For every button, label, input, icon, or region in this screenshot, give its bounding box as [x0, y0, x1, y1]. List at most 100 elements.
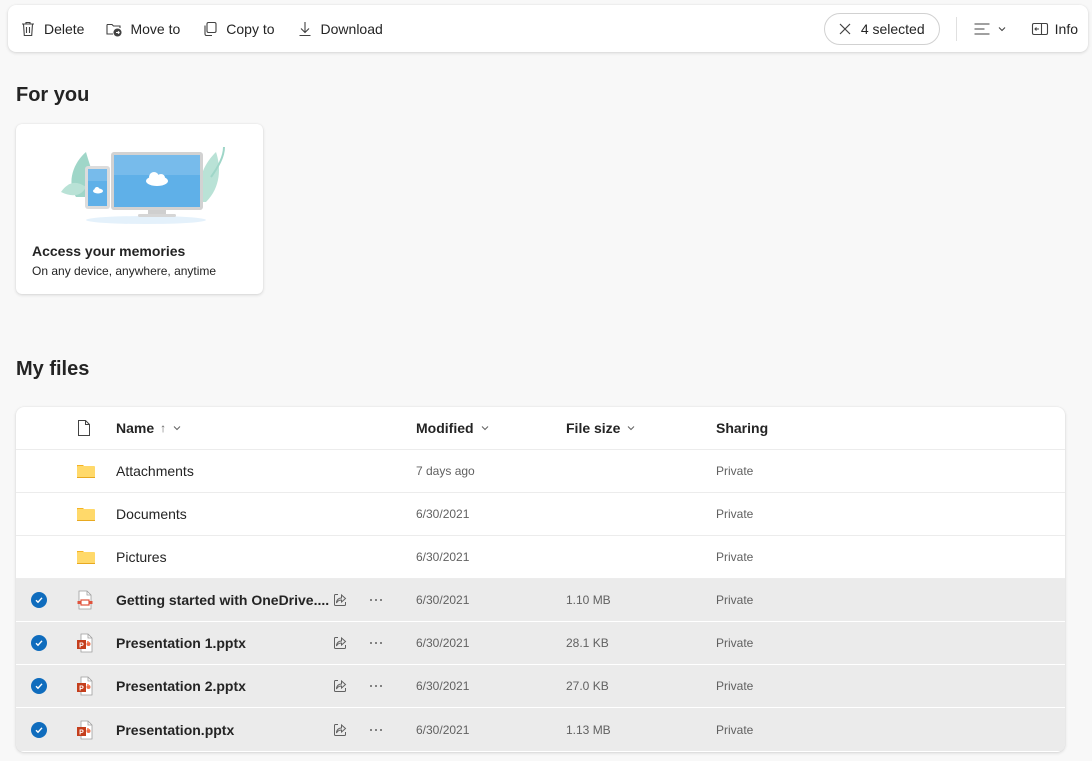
file-list-header: Name ↑ Modified File size Sharing [16, 407, 1065, 450]
file-name[interactable]: Getting started with OneDrive.... [116, 579, 329, 621]
more-actions-button[interactable] [368, 622, 388, 664]
share-button[interactable] [332, 665, 352, 707]
file-name[interactable]: Presentation.pptx [116, 708, 234, 751]
share-icon [332, 592, 348, 608]
file-size: 28.1 KB [566, 636, 609, 650]
sharing-header-label: Sharing [716, 420, 769, 436]
file-size: 1.13 MB [566, 722, 611, 737]
sharing-status: Private [716, 507, 754, 521]
file-row[interactable]: Documents 6/30/2021 Private [16, 493, 1065, 536]
folder-file-icon [76, 536, 96, 578]
command-bar: Delete Move to Copy to Download 4 select… [8, 5, 1088, 52]
copy-icon [200, 19, 220, 39]
more-icon [368, 592, 384, 608]
file-size-column-header[interactable]: File size [566, 407, 636, 449]
file-row[interactable]: Getting started with OneDrive.... 6/30/20… [16, 579, 1065, 622]
file-size-header-label: File size [566, 420, 621, 436]
checkmark-icon [31, 635, 47, 651]
share-icon [332, 635, 348, 651]
clear-selection-button[interactable]: 4 selected [823, 12, 940, 45]
row-checkbox[interactable] [31, 622, 51, 664]
pptx-file-icon: P [76, 665, 96, 707]
sharing-status: Private [716, 636, 754, 650]
copy-to-button[interactable]: Copy to [200, 13, 284, 45]
my-files-heading: My files [16, 358, 90, 380]
svg-text:P: P [79, 686, 84, 693]
sharing-status: Private [716, 550, 754, 564]
file-name[interactable]: Pictures [116, 536, 167, 578]
file-name[interactable]: Attachments [116, 450, 194, 492]
file-row[interactable]: P Presentation 2.pptx 6/30/2021 27.0 KB Priv… [16, 665, 1065, 708]
download-icon [295, 19, 315, 39]
pdf-file-icon [76, 579, 96, 621]
for-you-heading: For you [16, 84, 90, 106]
more-actions-button[interactable] [368, 708, 388, 751]
info-button[interactable]: Info [1031, 20, 1078, 38]
checkmark-icon [31, 592, 47, 608]
chevron-down-icon [172, 423, 182, 433]
row-checkbox[interactable] [31, 579, 51, 621]
file-row[interactable]: Pictures 6/30/2021 Private [16, 536, 1065, 579]
row-checkbox[interactable] [31, 708, 51, 751]
file-name[interactable]: Documents [116, 493, 187, 535]
move-to-button[interactable]: Move to [104, 13, 190, 45]
folder-file-icon [76, 493, 96, 535]
folder-move-icon [104, 19, 124, 39]
trash-icon [18, 19, 38, 39]
toolbar-divider [955, 16, 957, 41]
download-button[interactable]: Download [295, 13, 393, 45]
more-actions-button[interactable] [368, 665, 388, 707]
sharing-status: Private [716, 593, 754, 607]
file-name[interactable]: Presentation 2.pptx [116, 665, 246, 707]
delete-label: Delete [44, 20, 85, 37]
pptx-file-icon: P [76, 622, 96, 664]
modified-date: 6/30/2021 [416, 722, 470, 737]
close-icon [837, 21, 853, 37]
modified-date: 6/30/2021 [416, 550, 470, 564]
info-label: Info [1054, 20, 1078, 37]
folder-file-icon [76, 450, 96, 492]
card-subtitle: On any device, anywhere, anytime [32, 264, 217, 278]
file-type-column-header[interactable] [76, 407, 96, 449]
name-column-header[interactable]: Name ↑ [116, 407, 182, 449]
file-list: Name ↑ Modified File size Sharing Attach… [16, 407, 1065, 752]
modified-date: 7 days ago [416, 464, 475, 478]
more-actions-button[interactable] [368, 579, 388, 621]
card-title: Access your memories [32, 243, 186, 259]
share-button[interactable] [332, 708, 352, 751]
modified-date: 6/30/2021 [416, 636, 470, 650]
file-row[interactable]: P Presentation.pptx 6/30/2021 1.13 MB Privat… [16, 708, 1065, 751]
memories-card[interactable]: Access your memories On any device, anyw… [16, 124, 263, 294]
chevron-down-icon [626, 423, 636, 433]
file-name[interactable]: Presentation 1.pptx [116, 622, 246, 664]
chevron-down-icon [997, 24, 1007, 34]
pptx-file-icon: P [76, 708, 96, 751]
share-icon [332, 678, 348, 694]
file-row[interactable]: P Presentation 1.pptx 6/30/2021 28.1 KB Priv… [16, 622, 1065, 665]
file-size: 27.0 KB [566, 679, 609, 693]
view-options-button[interactable] [973, 20, 1007, 38]
file-row[interactable]: Attachments 7 days ago Private [16, 450, 1065, 493]
list-view-icon [973, 20, 991, 38]
sharing-status: Private [716, 722, 754, 737]
more-icon [368, 722, 384, 738]
modified-date: 6/30/2021 [416, 507, 470, 521]
copy-to-label: Copy to [226, 20, 275, 37]
move-to-label: Move to [130, 20, 181, 37]
sharing-status: Private [716, 679, 754, 693]
more-icon [368, 635, 384, 651]
file-size: 1.10 MB [566, 593, 611, 607]
share-button[interactable] [332, 579, 352, 621]
delete-button[interactable]: Delete [18, 13, 94, 45]
checkmark-icon [31, 721, 47, 738]
modified-column-header[interactable]: Modified [416, 407, 490, 449]
svg-text:P: P [79, 729, 84, 736]
checkmark-icon [31, 678, 47, 694]
chevron-down-icon [480, 423, 490, 433]
share-button[interactable] [332, 622, 352, 664]
file-icon [76, 419, 92, 437]
download-label: Download [320, 20, 383, 37]
modified-date: 6/30/2021 [416, 679, 470, 693]
more-icon [368, 678, 384, 694]
row-checkbox[interactable] [31, 665, 51, 707]
